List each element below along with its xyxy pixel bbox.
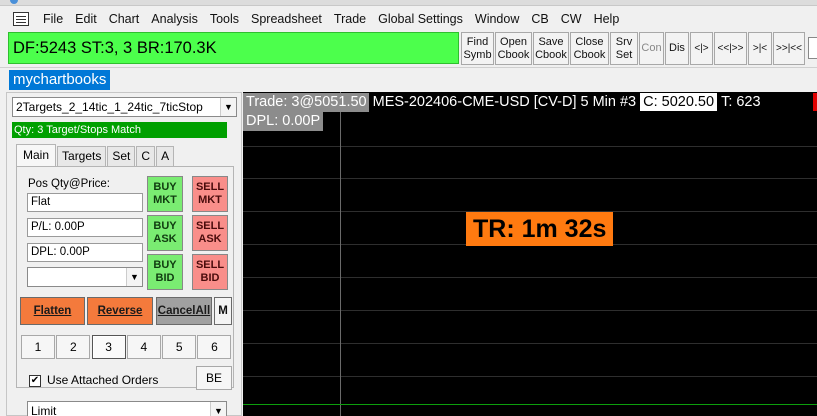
price-marker xyxy=(813,93,817,111)
toolbar: DF:5243 ST:3, 3 BR:170.3K Find Symb Open… xyxy=(0,31,817,67)
chart-header: Trade: 3@5051.50 MES-202406-CME-USD [CV-… xyxy=(243,92,765,112)
flatten-button[interactable]: Flatten xyxy=(20,297,85,325)
menu-tools[interactable]: Tools xyxy=(204,12,245,26)
menu-chart[interactable]: Chart xyxy=(103,12,146,26)
find-symbol-button[interactable]: Find Symb xyxy=(461,32,494,65)
cursor-crosshair-line xyxy=(340,92,341,416)
pl-field: P/L: 0.00P xyxy=(27,218,143,237)
qty-match-status: Qty: 3 Target/Stops Match xyxy=(12,122,227,138)
trade-tabs: Main Targets Set C A xyxy=(16,144,175,166)
position-label: Pos Qty@Price: xyxy=(28,178,110,190)
close-chartbook-button[interactable]: Close Cbook xyxy=(570,32,609,65)
menu-edit[interactable]: Edit xyxy=(69,12,103,26)
tab-set[interactable]: Set xyxy=(107,146,136,166)
strategy-name: 2Targets_2_14tic_1_24tic_7ticStop xyxy=(16,100,203,114)
buy-bid-button[interactable]: BUY BID xyxy=(147,254,183,290)
dpl-field: DPL: 0.00P xyxy=(27,243,143,262)
chevron-down-icon[interactable]: ▼ xyxy=(220,98,236,116)
app-icon xyxy=(10,0,18,4)
chart-dpl-info: DPL: 0.00P xyxy=(243,112,324,131)
message-status-box: DF:5243 ST:3, 3 BR:170.3K xyxy=(8,32,459,64)
sell-ask-button[interactable]: SELL ASK xyxy=(192,215,228,251)
window-menu-icon[interactable] xyxy=(13,12,29,26)
trade-window: 2Targets_2_14tic_1_24tic_7ticStop ▼ Qty:… xyxy=(0,92,243,416)
server-settings-button[interactable]: Srv Set xyxy=(610,32,638,65)
grid-line xyxy=(243,376,817,377)
menu-trade[interactable]: Trade xyxy=(328,12,372,26)
chartbook-tab-bar: mychartbooks xyxy=(0,67,817,91)
quantity-button-1[interactable]: 1 xyxy=(21,335,55,359)
menu-file[interactable]: File xyxy=(37,12,69,26)
trade-position-info: Trade: 3@5051.50 xyxy=(243,92,369,112)
close-price-info: C: 5020.50 xyxy=(640,93,718,111)
account-select[interactable]: ▼ xyxy=(27,267,143,287)
quantity-button-6[interactable]: 6 xyxy=(197,335,232,359)
chartbook-tab[interactable]: mychartbooks xyxy=(9,70,111,90)
menu-spreadsheet[interactable]: Spreadsheet xyxy=(245,12,328,26)
order-type-select[interactable]: Limit ▼ xyxy=(27,401,227,416)
menu-window[interactable]: Window xyxy=(469,12,525,26)
tick-count-info: T: 623 xyxy=(721,93,761,110)
quantity-button-4[interactable]: 4 xyxy=(126,335,161,359)
reverse-button[interactable]: Reverse xyxy=(87,297,153,325)
tab-c[interactable]: C xyxy=(136,146,156,166)
menu-help[interactable]: Help xyxy=(588,12,626,26)
price-line xyxy=(243,404,817,405)
use-attached-orders-checkbox[interactable]: ✔ xyxy=(29,375,41,387)
tab-main[interactable]: Main xyxy=(16,144,57,166)
chevron-down-icon[interactable]: ▼ xyxy=(210,402,226,416)
menu-global-settings[interactable]: Global Settings xyxy=(372,12,469,26)
quantity-button-2[interactable]: 2 xyxy=(56,335,91,359)
breakeven-button[interactable]: BE xyxy=(196,366,232,390)
quantity-button-3[interactable]: 3 xyxy=(91,335,126,359)
save-chartbook-button[interactable]: Save Cbook xyxy=(533,32,569,65)
order-type-value: Limit xyxy=(31,404,57,416)
quantity-button-5[interactable]: 5 xyxy=(162,335,197,359)
grid-line xyxy=(243,343,817,344)
toolbar-overflow-button[interactable] xyxy=(808,37,817,59)
tab-targets[interactable]: Targets xyxy=(57,146,107,166)
use-attached-orders-label: Use Attached Orders xyxy=(47,373,159,387)
grid-line xyxy=(243,178,817,179)
connect-button[interactable]: Con xyxy=(639,32,664,65)
buy-ask-button[interactable]: BUY ASK xyxy=(147,215,183,251)
grid-line xyxy=(243,146,817,147)
m-button[interactable]: M xyxy=(214,297,232,325)
menu-cw[interactable]: CW xyxy=(555,12,588,26)
compress-button[interactable]: >|< xyxy=(748,32,772,65)
grid-line xyxy=(243,310,817,311)
open-chartbook-button[interactable]: Open Cbook xyxy=(495,32,532,65)
cancel-all-button[interactable]: CancelAll xyxy=(156,297,212,325)
compress-fast-button[interactable]: >>|<< xyxy=(773,32,805,65)
attached-orders-strategy-select[interactable]: 2Targets_2_14tic_1_24tic_7ticStop ▼ xyxy=(12,97,237,117)
grid-line xyxy=(243,277,817,278)
position-field: Flat xyxy=(27,193,143,212)
scroll-fast-button[interactable]: <<|>> xyxy=(714,32,747,65)
window-titlebar xyxy=(0,0,817,6)
disconnect-button[interactable]: Dis xyxy=(665,32,689,65)
scroll-center-button[interactable]: <|> xyxy=(690,32,713,65)
buy-market-button[interactable]: BUY MKT xyxy=(147,176,183,212)
sell-market-button[interactable]: SELL MKT xyxy=(192,176,228,212)
menu-analysis[interactable]: Analysis xyxy=(145,12,204,26)
tab-a[interactable]: A xyxy=(156,146,175,166)
bar-timer-label: TR: 1m 32s xyxy=(466,212,614,246)
menu-bar: File Edit Chart Analysis Tools Spreadshe… xyxy=(0,8,817,30)
chart-symbol-info: MES-202406-CME-USD [CV-D] 5 Min #3 xyxy=(372,93,637,110)
chart-area[interactable]: Trade: 3@5051.50 MES-202406-CME-USD [CV-… xyxy=(243,92,817,416)
sell-bid-button[interactable]: SELL BID xyxy=(192,254,228,290)
chevron-down-icon[interactable]: ▼ xyxy=(126,268,142,286)
menu-cb[interactable]: CB xyxy=(525,12,554,26)
quantity-buttons: 1 2 3 4 5 6 xyxy=(21,335,233,359)
